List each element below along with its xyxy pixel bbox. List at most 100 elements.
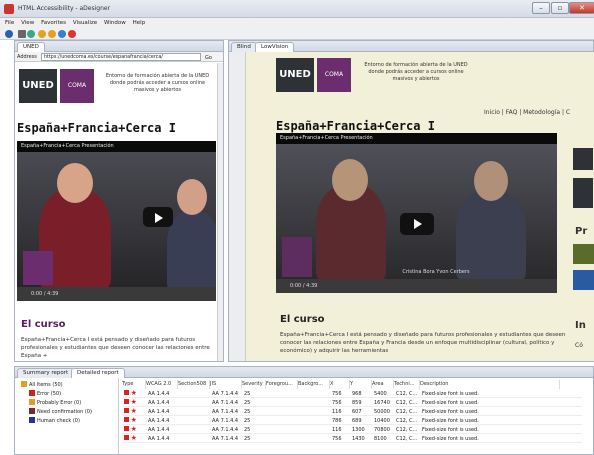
- column-header[interactable]: Area: [372, 380, 394, 389]
- menu-visualize[interactable]: Visualize: [73, 18, 97, 28]
- tab-summary-report[interactable]: Summary report: [17, 368, 75, 378]
- minimize-button[interactable]: –: [532, 2, 550, 14]
- table-cell: 8100: [374, 436, 387, 442]
- column-header[interactable]: Techni...: [394, 380, 420, 389]
- table-cell: 756: [332, 400, 342, 406]
- lowvision-side-toolbar: [229, 52, 246, 361]
- globe-icon[interactable]: [5, 30, 13, 38]
- site-tagline-sim: Entorno de formación abierta de la UNED …: [364, 62, 468, 82]
- stop-icon[interactable]: [68, 30, 76, 38]
- menu-favorites[interactable]: Favorites: [41, 18, 66, 28]
- tree-item-label: Human check (0): [37, 418, 80, 424]
- side-heading-in: In: [575, 320, 586, 331]
- simulate-icon[interactable]: [18, 30, 26, 38]
- tab-lowvision[interactable]: LowVision: [255, 42, 295, 52]
- type-cell: ★: [124, 435, 137, 443]
- error-icon: [124, 390, 129, 395]
- video-controls[interactable]: 0:00 / 4:39: [17, 287, 216, 301]
- table-row[interactable]: ★ AA 1.4.4 AA 7.1.4.4 25 116 607 50000 C12, C..…: [122, 408, 582, 416]
- tree-item[interactable]: All Items (50): [21, 381, 63, 389]
- star-icon: ★: [130, 408, 137, 415]
- table-cell: Fixed-size font is used.: [422, 427, 479, 433]
- menu-window[interactable]: Window: [104, 18, 126, 28]
- table-cell: AA 7.1.4.4: [212, 400, 239, 406]
- uned-logo[interactable]: UNED: [19, 69, 57, 103]
- tab-blind[interactable]: Blind: [231, 42, 257, 52]
- lowvision-tabstrip: Blind LowVision: [229, 41, 593, 52]
- play-button[interactable]: [143, 207, 173, 227]
- address-label: Address: [17, 54, 37, 60]
- maximize-button[interactable]: ▫: [551, 2, 569, 14]
- course-description: España+Francia+Cerca I está pensado y di…: [21, 337, 210, 359]
- table-row[interactable]: ★ AA 1.4.4 AA 7.1.4.4 25 756 968 5400 C12, C...…: [122, 390, 582, 398]
- refresh-icon[interactable]: [58, 30, 66, 38]
- coma-logo-sim: COMA: [317, 58, 351, 92]
- column-header[interactable]: JIS: [210, 380, 242, 389]
- category-icon: [29, 408, 35, 414]
- video-player[interactable]: España+Francia+Cerca Presentación 0:00 /…: [17, 141, 216, 301]
- column-header[interactable]: X: [330, 380, 350, 389]
- menu-help[interactable]: Help: [133, 18, 146, 28]
- tree-item[interactable]: Need confirmation (0): [29, 408, 92, 416]
- coma-logo[interactable]: COMA: [60, 69, 94, 103]
- table-cell: 116: [332, 427, 342, 433]
- uned-logo-sim: UNED: [276, 58, 314, 92]
- table-cell: 968: [352, 391, 362, 397]
- column-header[interactable]: WCAG 2.0: [146, 380, 178, 389]
- title-bar: HTML Accessibility - aDesigner – ▫ ✕: [0, 0, 594, 18]
- table-cell: Fixed-size font is used.: [422, 418, 479, 424]
- go-button[interactable]: Go: [205, 53, 212, 63]
- address-input[interactable]: https://unedcoma.es/course/espanafrancia…: [41, 53, 201, 61]
- table-cell: Fixed-size font is used.: [422, 400, 479, 406]
- error-icon: [124, 399, 129, 404]
- close-button[interactable]: ✕: [569, 2, 594, 14]
- tree-item-label: Probably Error (0): [37, 400, 82, 406]
- forward-icon[interactable]: [48, 30, 56, 38]
- tree-item-label: Need confirmation (0): [37, 409, 92, 415]
- table-cell: 756: [332, 391, 342, 397]
- table-cell: Fixed-size font is used.: [422, 391, 479, 397]
- category-icon: [29, 417, 35, 423]
- table-row[interactable]: ★ AA 1.4.4 AA 7.1.4.4 25 116 1300 70800 C12, C.…: [122, 426, 582, 434]
- error-icon: [124, 426, 129, 431]
- table-cell: AA 1.4.4: [148, 391, 170, 397]
- table-cell: AA 1.4.4: [148, 400, 170, 406]
- browser-scrollbar[interactable]: [217, 63, 223, 361]
- back-icon[interactable]: [38, 30, 46, 38]
- column-header[interactable]: Type: [122, 380, 146, 389]
- column-header[interactable]: Section508: [178, 380, 210, 389]
- tree-item[interactable]: Error (50): [29, 390, 61, 398]
- column-header[interactable]: Description: [420, 380, 560, 389]
- tree-item[interactable]: Probably Error (0): [29, 399, 81, 407]
- menu-file[interactable]: File: [5, 18, 14, 28]
- table-cell: 25: [244, 418, 251, 424]
- table-cell: C12, C...: [396, 400, 418, 406]
- menu-view[interactable]: View: [21, 18, 34, 28]
- tab-uned[interactable]: UNED: [17, 42, 45, 52]
- page-title: España+Francia+Cerca I: [17, 121, 176, 135]
- page-title-sim: España+Francia+Cerca I: [276, 119, 435, 133]
- table-cell: 50000: [374, 409, 390, 415]
- tree-item[interactable]: Human check (0): [29, 417, 80, 425]
- category-icon: [29, 390, 35, 396]
- column-header[interactable]: Y: [350, 380, 372, 389]
- column-header[interactable]: Severity: [242, 380, 266, 389]
- star-icon: ★: [130, 435, 137, 442]
- table-cell: C12, C...: [396, 436, 418, 442]
- table-row[interactable]: ★ AA 1.4.4 AA 7.1.4.4 25 786 689 10400 C12, C..…: [122, 417, 582, 425]
- table-cell: C12, C...: [396, 427, 418, 433]
- window-title: HTML Accessibility - aDesigner: [18, 5, 111, 12]
- column-header[interactable]: Foregrou...: [266, 380, 298, 389]
- column-header[interactable]: Backgro...: [298, 380, 330, 389]
- tab-detailed-report[interactable]: Detailed report: [71, 368, 125, 378]
- browser-tabstrip: UNED: [15, 41, 223, 52]
- table-cell: 25: [244, 427, 251, 433]
- menu-bar: File View Favorites Visualize Window Hel…: [0, 18, 594, 28]
- table-cell: 756: [332, 436, 342, 442]
- table-row[interactable]: ★ AA 1.4.4 AA 7.1.4.4 25 756 1430 8100 C12, C..…: [122, 435, 582, 443]
- table-row[interactable]: ★ AA 1.4.4 AA 7.1.4.4 25 756 859 16740 C12, C..…: [122, 399, 582, 407]
- section-heading-sim: El curso: [280, 314, 325, 325]
- table-cell: 10400: [374, 418, 390, 424]
- check-icon[interactable]: [27, 30, 35, 38]
- star-icon: ★: [130, 417, 137, 424]
